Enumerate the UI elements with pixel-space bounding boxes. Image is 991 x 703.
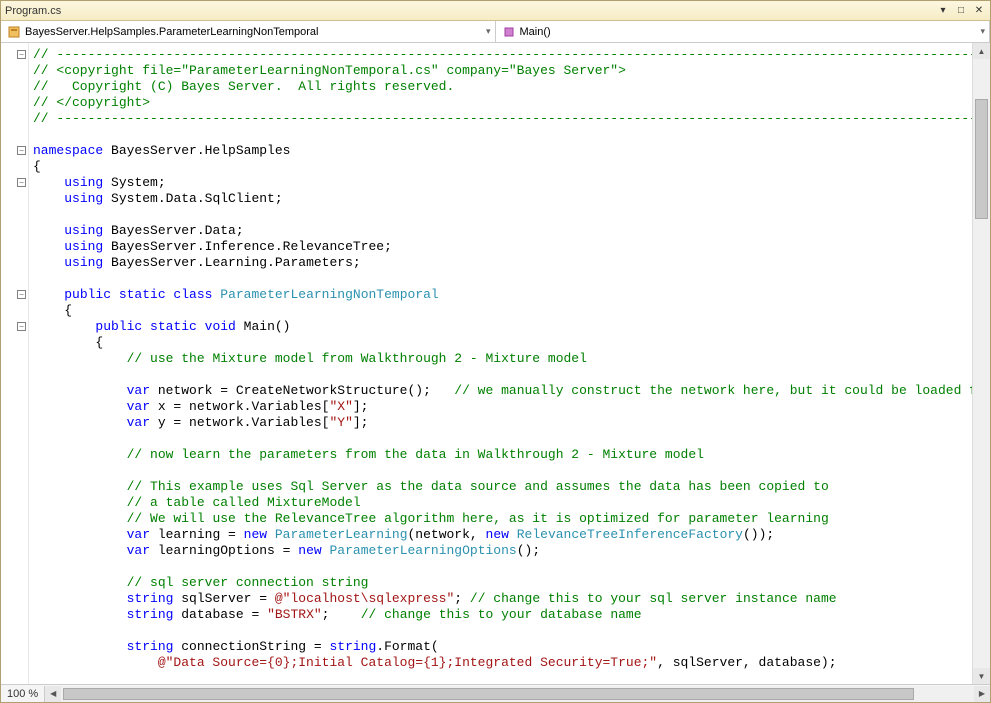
chevron-down-icon: ▾ <box>980 26 985 37</box>
code-editor[interactable]: // -------------------------------------… <box>29 43 972 684</box>
scroll-right-icon[interactable]: ▶ <box>974 686 990 702</box>
class-icon <box>7 25 21 39</box>
zoom-level[interactable]: 100 % <box>1 688 44 700</box>
fold-gutter: − − − − − <box>1 43 29 684</box>
editor-window: Program.cs ▾ □ ✕ BayesServer.HelpSamples… <box>0 0 991 703</box>
class-dropdown[interactable]: BayesServer.HelpSamples.ParameterLearnin… <box>1 21 496 42</box>
window-controls: ▾ □ ✕ <box>936 4 986 18</box>
chevron-down-icon: ▾ <box>486 26 491 37</box>
editor-area: − − − − − // -------------------------------… <box>1 43 990 684</box>
scroll-thumb[interactable] <box>975 99 988 219</box>
scroll-down-icon[interactable]: ▼ <box>973 668 990 684</box>
status-bar: 100 % ◀ ▶ <box>1 684 990 702</box>
fold-toggle[interactable]: − <box>17 322 26 331</box>
scroll-left-icon[interactable]: ◀ <box>45 686 61 702</box>
title-bar: Program.cs ▾ □ ✕ <box>1 1 990 21</box>
hscroll-thumb[interactable] <box>63 688 914 700</box>
fold-toggle[interactable]: − <box>17 50 26 59</box>
navigation-bar: BayesServer.HelpSamples.ParameterLearnin… <box>1 21 990 43</box>
class-dropdown-label: BayesServer.HelpSamples.ParameterLearnin… <box>25 26 318 38</box>
close-icon[interactable]: ✕ <box>972 4 986 18</box>
method-icon <box>502 25 516 39</box>
scroll-up-icon[interactable]: ▲ <box>973 43 990 59</box>
maximize-icon[interactable]: □ <box>954 4 968 18</box>
member-dropdown-label: Main() <box>520 26 551 38</box>
member-dropdown[interactable]: Main() ▾ <box>496 21 991 42</box>
vertical-scrollbar[interactable]: ▲ ▼ <box>972 43 990 684</box>
fold-toggle[interactable]: − <box>17 178 26 187</box>
fold-toggle[interactable]: − <box>17 290 26 299</box>
window-dropdown-icon[interactable]: ▾ <box>936 4 950 18</box>
horizontal-scrollbar[interactable]: ◀ ▶ <box>44 686 990 702</box>
window-title: Program.cs <box>5 5 936 17</box>
fold-toggle[interactable]: − <box>17 146 26 155</box>
